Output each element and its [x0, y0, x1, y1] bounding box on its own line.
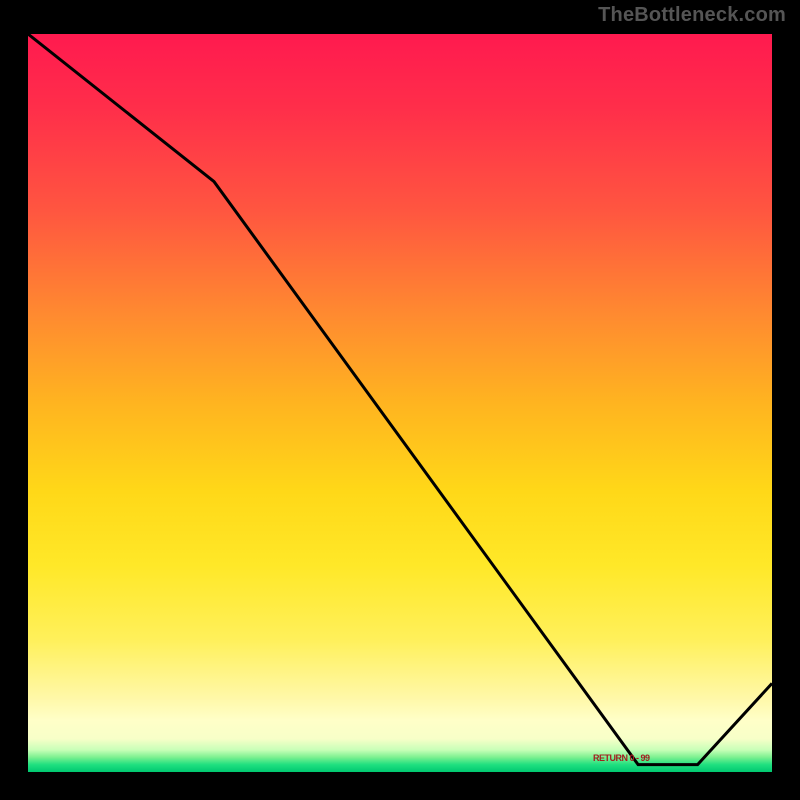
valley-label: RETURN 0 - 99: [593, 753, 650, 763]
attribution-label: TheBottleneck.com: [598, 4, 786, 27]
chart-frame: TheBottleneck.com RETURN 0 - 99: [0, 0, 800, 800]
bottleneck-line: [28, 34, 772, 772]
bottleneck-line-path: [28, 34, 772, 765]
plot-area: RETURN 0 - 99: [24, 30, 776, 776]
